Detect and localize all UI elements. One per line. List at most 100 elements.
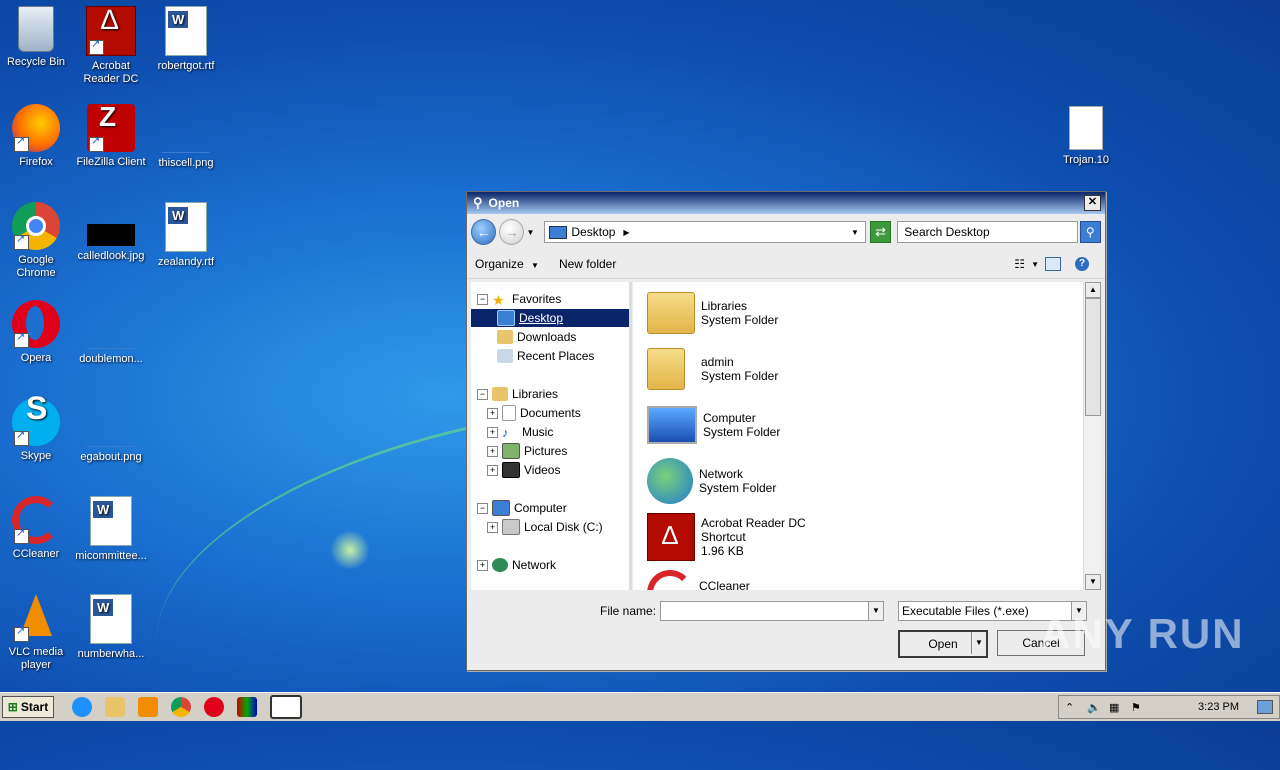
skype-icon: S: [12, 392, 60, 446]
expand-icon[interactable]: +: [487, 521, 498, 533]
list-item-libraries[interactable]: Libraries System Folder: [647, 286, 778, 340]
scroll-up-button[interactable]: ▲: [1085, 282, 1101, 298]
expand-icon[interactable]: +: [477, 559, 488, 571]
preview-pane-icon[interactable]: [1045, 257, 1061, 271]
winrar-icon[interactable]: [237, 697, 257, 717]
close-icon: ✕: [1087, 196, 1098, 208]
nav-local-disk[interactable]: + Local Disk (C:): [487, 518, 629, 536]
nav-computer[interactable]: − Computer: [477, 499, 629, 517]
open-dialog-taskbar-icon[interactable]: [270, 695, 302, 719]
refresh-button[interactable]: ⇄: [869, 221, 892, 243]
nav-recent-places[interactable]: Recent Places: [471, 347, 629, 365]
desktop-icon-chrome[interactable]: Google Chrome: [0, 202, 74, 280]
address-bar[interactable]: Desktop ▶ ▼: [544, 221, 866, 243]
nav-libraries[interactable]: − Libraries: [477, 385, 629, 403]
desktop-icon-filezilla[interactable]: Z FileZilla Client: [73, 103, 149, 169]
nav-videos[interactable]: + Videos: [487, 461, 629, 479]
nav-desktop[interactable]: Desktop: [471, 309, 629, 327]
search-button[interactable]: ⚲: [1079, 221, 1101, 243]
chrome-icon[interactable]: [171, 697, 191, 717]
flag-icon[interactable]: ⚑: [1131, 701, 1141, 714]
start-button[interactable]: ⊞ Start: [2, 696, 54, 718]
explorer-icon[interactable]: [105, 697, 125, 717]
collapse-icon[interactable]: −: [477, 502, 488, 514]
desktop-icon-thiscell-png[interactable]: thiscell.png: [148, 104, 224, 170]
collapse-icon[interactable]: −: [477, 293, 488, 305]
desktop-icon-egabout-png[interactable]: egabout.png: [73, 398, 149, 464]
vertical-scrollbar[interactable]: ▲ ▼: [1083, 282, 1101, 590]
address-dropdown-icon[interactable]: ▼: [851, 228, 859, 237]
videos-icon: [502, 462, 520, 478]
breadcrumb-arrow-icon[interactable]: ▶: [623, 228, 629, 237]
dialog-titlebar[interactable]: ⚲ Open: [467, 192, 1105, 214]
music-icon: ♪: [502, 425, 509, 440]
nav-label: Local Disk (C:): [524, 520, 603, 534]
desktop-icon-firefox[interactable]: Firefox: [0, 104, 74, 169]
desktop-icon-ccleaner[interactable]: CCleaner: [0, 496, 74, 561]
desktop-icon-label: doublemon...: [79, 353, 143, 365]
file-name-input[interactable]: ▼: [660, 601, 884, 621]
desktop-icon-zealandy-rtf[interactable]: W zealandy.rtf: [148, 202, 224, 269]
nav-pictures[interactable]: + Pictures: [487, 442, 629, 460]
network-tray-icon[interactable]: ▦: [1109, 701, 1119, 714]
desktop-icon-robertgot-rtf[interactable]: W robertgot.rtf: [148, 6, 224, 73]
desktop-icon-vlc[interactable]: VLC media player: [0, 594, 74, 672]
media-player-icon[interactable]: [138, 697, 158, 717]
open-split-dropdown-icon[interactable]: ▼: [971, 632, 986, 654]
open-button[interactable]: Open ▼: [898, 630, 988, 658]
desktop-icon-doublemon[interactable]: doublemon...: [73, 300, 149, 366]
nav-downloads[interactable]: Downloads: [471, 328, 629, 346]
clock[interactable]: 3:23 PM: [1198, 701, 1239, 713]
address-row: ← → ▼ Desktop ▶ ▼ ⇄ Search Desktop ⚲: [471, 218, 1101, 246]
help-icon[interactable]: ?: [1075, 257, 1089, 271]
volume-icon[interactable]: 🔈: [1087, 701, 1101, 714]
show-desktop-icon[interactable]: [1257, 700, 1273, 714]
search-input[interactable]: Search Desktop: [897, 221, 1078, 243]
tray-expand-icon[interactable]: ⌃: [1065, 701, 1074, 714]
expand-icon[interactable]: +: [487, 445, 498, 457]
desktop-icon-numberwha[interactable]: W numberwha...: [73, 594, 149, 661]
nav-music[interactable]: + ♪ Music: [487, 423, 629, 441]
collapse-icon[interactable]: −: [477, 388, 488, 400]
back-button[interactable]: ←: [471, 219, 497, 245]
ie-icon[interactable]: [72, 697, 92, 717]
view-options-icon[interactable]: ☷: [1014, 257, 1025, 271]
app-icon: ⚲: [473, 195, 483, 210]
item-type: Shortcut: [701, 530, 746, 544]
desktop-icon-skype[interactable]: S Skype: [0, 392, 74, 463]
desktop-icon-opera[interactable]: Opera: [0, 300, 74, 365]
nav-network[interactable]: + Network: [477, 556, 629, 574]
expand-icon[interactable]: +: [487, 407, 498, 419]
file-name-dropdown-icon[interactable]: ▼: [868, 602, 883, 620]
desktop-icon-calledlook-jpg[interactable]: calledlook.jpg: [73, 202, 149, 263]
organize-menu[interactable]: Organize ▼: [467, 257, 547, 271]
libraries-icon: [492, 387, 508, 401]
scroll-down-button[interactable]: ▼: [1085, 574, 1101, 590]
close-button[interactable]: ✕: [1084, 195, 1101, 211]
view-dropdown-icon[interactable]: ▼: [1031, 260, 1039, 269]
list-item-ccleaner[interactable]: CCleanerShortcut: [647, 566, 750, 590]
scroll-thumb[interactable]: [1085, 298, 1101, 416]
list-item-acrobat[interactable]: ∆ Acrobat Reader DC Shortcut 1.96 KB: [647, 510, 806, 564]
forward-button[interactable]: →: [499, 219, 525, 245]
expand-icon[interactable]: +: [487, 426, 498, 438]
network-globe-icon: [647, 458, 693, 504]
desktop-icon-acrobat[interactable]: ∆ Acrobat Reader DC: [73, 6, 149, 86]
list-item-computer[interactable]: Computer System Folder: [647, 398, 780, 452]
list-item-admin[interactable]: admin System Folder: [647, 342, 778, 396]
item-name: Libraries: [701, 299, 748, 313]
desktop-icon-label: VLC media player: [8, 646, 64, 671]
list-item-network[interactable]: Network System Folder: [647, 454, 776, 508]
history-dropdown-icon[interactable]: ▼: [526, 228, 534, 237]
desktop-icon-micommittee[interactable]: W micommittee...: [73, 496, 149, 563]
expand-icon[interactable]: +: [487, 464, 498, 476]
start-label: Start: [20, 700, 49, 714]
desktop-icon-trojan[interactable]: Trojan.10: [1048, 106, 1124, 167]
opera-icon[interactable]: [204, 697, 224, 717]
nav-documents[interactable]: + Documents: [487, 404, 629, 422]
desktop-icon-recycle-bin[interactable]: Recycle Bin: [0, 6, 74, 69]
word-document-icon: W: [165, 202, 207, 252]
item-name: admin: [701, 355, 734, 369]
new-folder-button[interactable]: New folder: [551, 257, 624, 271]
nav-favorites[interactable]: − ★ Favorites: [477, 290, 629, 308]
